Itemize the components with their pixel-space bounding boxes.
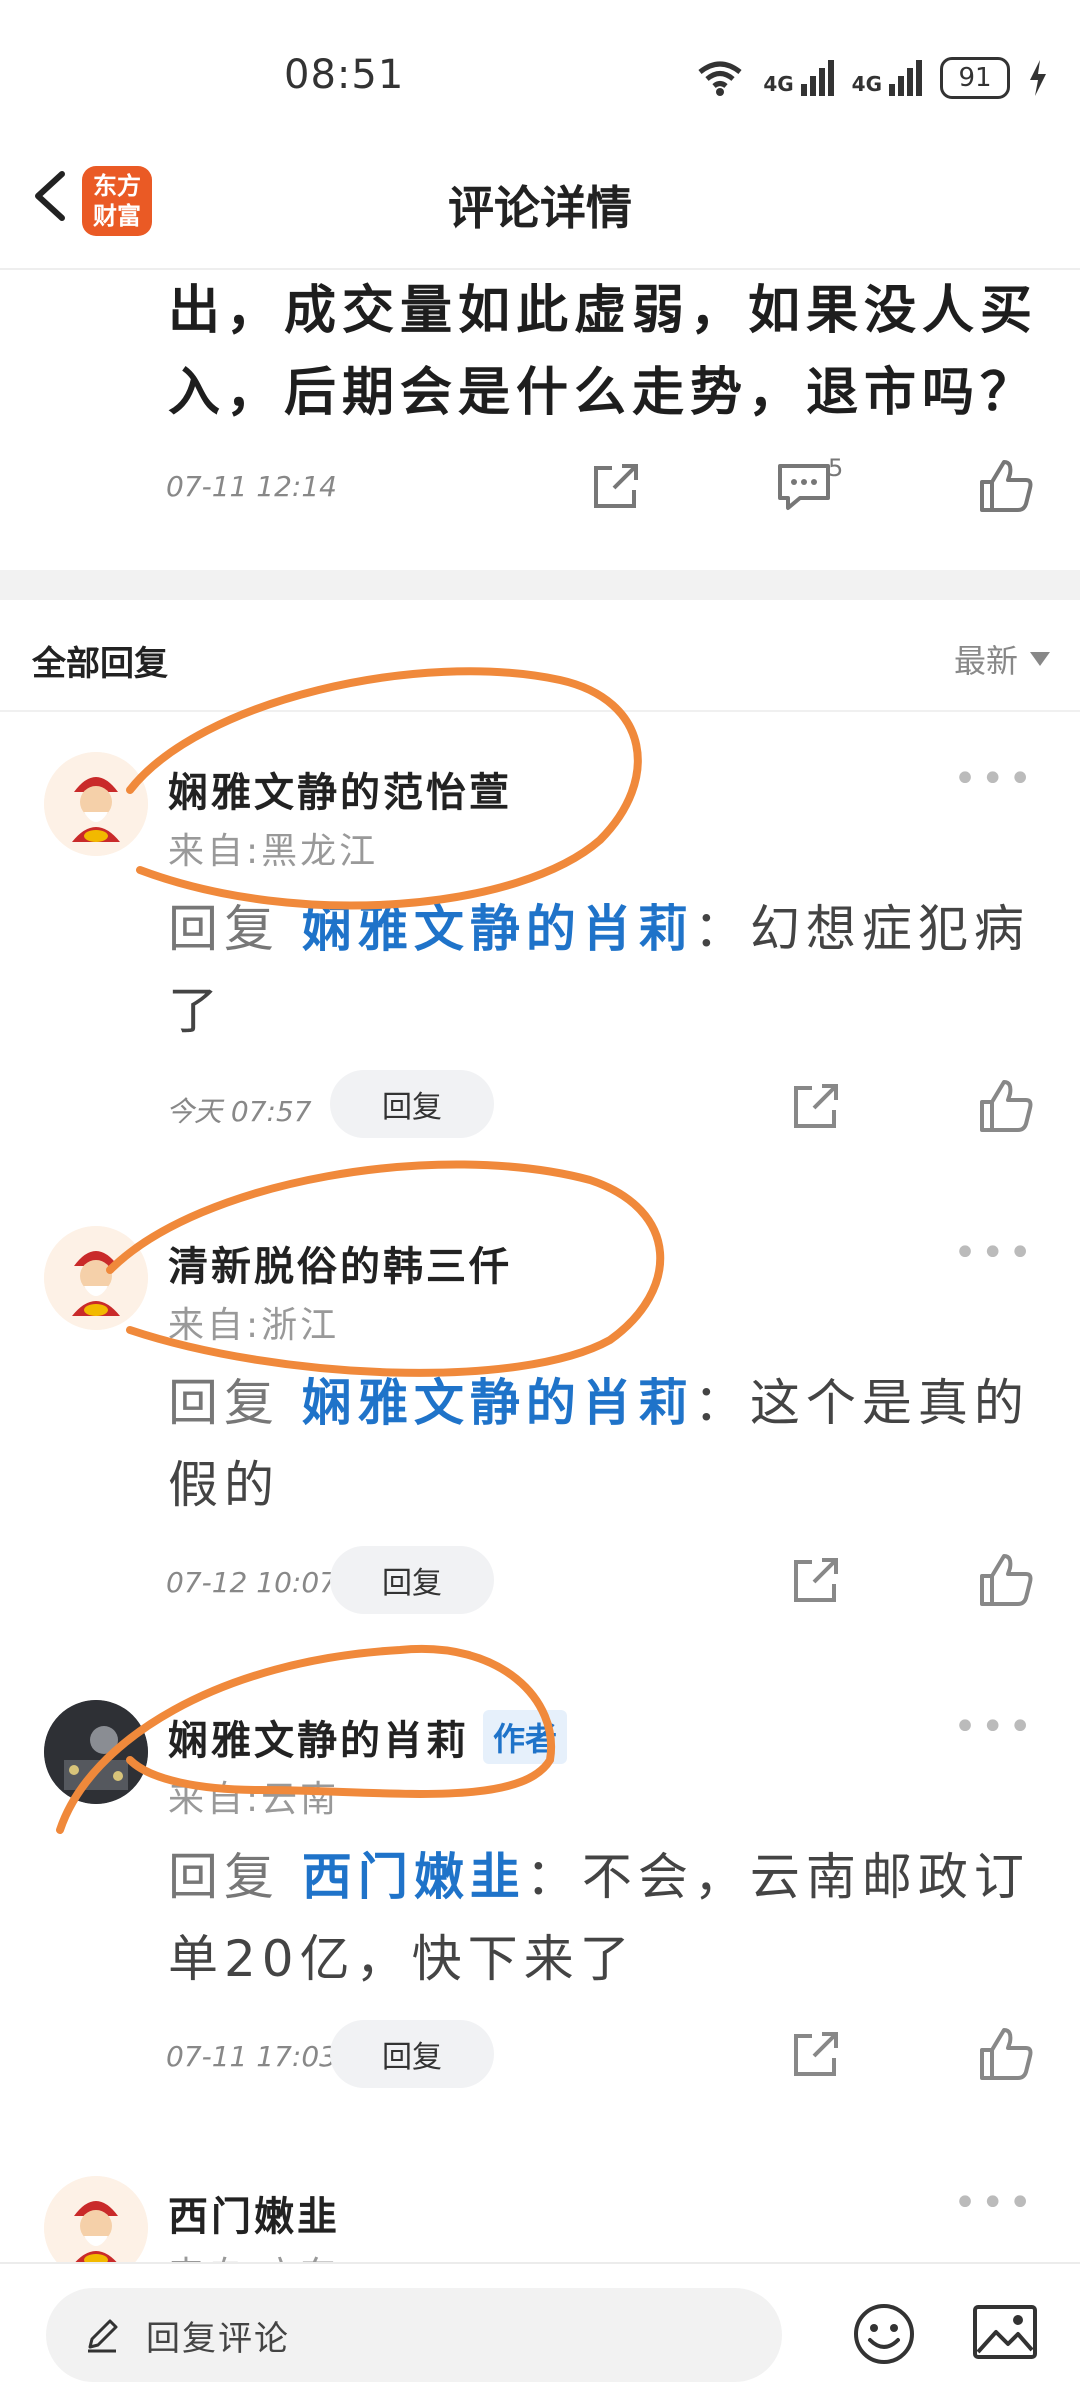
comment-location: 来自:云南 xyxy=(168,1779,340,1820)
signal-label: 4G xyxy=(851,72,882,96)
comment-count: 5 xyxy=(828,454,844,482)
reply-separator: ： xyxy=(525,1848,582,1906)
signal-bar-icon xyxy=(827,60,834,96)
reply-button[interactable]: 回复 xyxy=(330,2020,494,2088)
charging-icon xyxy=(1030,60,1046,96)
comment-username[interactable]: 娴雅文静的肖莉 xyxy=(168,1708,469,1766)
emoji-icon[interactable] xyxy=(852,2302,916,2366)
section-separator xyxy=(0,570,1080,600)
god-of-wealth-avatar-icon xyxy=(44,752,148,856)
pencil-icon xyxy=(88,2319,118,2353)
sort-label: 最新 xyxy=(953,642,1018,680)
sort-dropdown[interactable]: 最新 xyxy=(954,636,1050,682)
image-icon[interactable] xyxy=(972,2302,1038,2362)
comment-time: 07-11 17:03 xyxy=(166,2040,337,2073)
status-time: 08:51 xyxy=(284,52,405,98)
signal-bar-icon xyxy=(809,76,816,96)
comment-username[interactable]: 娴雅文静的范怡萱 xyxy=(168,760,512,818)
avatar[interactable] xyxy=(44,1700,148,1804)
signal-bar-icon xyxy=(898,76,904,96)
reply-target-link[interactable]: 娴雅文静的肖莉 xyxy=(302,900,694,958)
share-icon[interactable] xyxy=(784,2022,848,2086)
like-icon[interactable] xyxy=(974,454,1038,518)
share-icon[interactable] xyxy=(784,1074,848,1138)
signal-label: 4G xyxy=(763,72,794,96)
battery-level: 91 xyxy=(958,63,992,93)
comment-time: 07-12 10:07 xyxy=(166,1566,337,1599)
like-icon[interactable] xyxy=(974,1074,1038,1138)
comment-location: 来自:黑龙江 xyxy=(168,831,379,872)
reply-comment-input[interactable]: 回复评论 xyxy=(46,2288,782,2382)
comment-header: 娴雅文静的肖莉 作者 xyxy=(168,1708,568,1766)
signal-bar-icon xyxy=(907,68,913,96)
reply-target-link[interactable]: 西门嫩韭 xyxy=(302,1848,526,1906)
signal-bar-icon xyxy=(889,84,895,96)
section-divider xyxy=(0,710,1080,712)
comment-body: 回复 西门嫩韭：不会，云南邮政订单20亿，快下来了 xyxy=(168,1836,1048,2000)
more-options-icon[interactable]: ••• xyxy=(953,2180,1036,2226)
comment-text: 不会，云南邮政订单20亿，快下来了 xyxy=(168,1848,1030,1988)
god-of-wealth-avatar-icon xyxy=(44,1226,148,1330)
reply-separator: ： xyxy=(693,1374,750,1432)
page-title: 评论详情 xyxy=(448,181,632,235)
like-icon[interactable] xyxy=(974,1548,1038,1612)
more-options-icon[interactable]: ••• xyxy=(953,1230,1036,1276)
reply-button[interactable]: 回复 xyxy=(330,1070,494,1138)
reply-target-link[interactable]: 娴雅文静的肖莉 xyxy=(302,1374,694,1432)
reply-prefix: 回复 xyxy=(168,1848,280,1906)
status-icons: 4G 4G 91 xyxy=(695,54,1048,102)
all-replies-title: 全部回复 xyxy=(32,644,168,684)
reply-button[interactable]: 回复 xyxy=(330,1546,494,1614)
caret-down-icon xyxy=(1030,652,1050,666)
reply-prefix: 回复 xyxy=(168,1374,280,1432)
comment-time: 今天 07:57 xyxy=(166,1095,312,1128)
avatar[interactable] xyxy=(44,1226,148,1330)
battery-icon: 91 xyxy=(940,57,1010,99)
share-icon[interactable] xyxy=(584,454,648,518)
comment-body: 回复 娴雅文静的肖莉：幻想症犯病了 xyxy=(168,888,1048,1052)
signal-4g-icon: 4G xyxy=(852,60,922,96)
more-options-icon[interactable]: ••• xyxy=(953,1704,1036,1750)
share-icon[interactable] xyxy=(784,1548,848,1612)
comment-location: 来自:浙江 xyxy=(168,1305,340,1346)
signal-bar-icon xyxy=(818,68,825,96)
comment-username[interactable]: 清新脱俗的韩三仟 xyxy=(168,1234,512,1292)
reply-prefix: 回复 xyxy=(168,900,280,958)
comment-icon[interactable] xyxy=(772,454,836,518)
more-options-icon[interactable]: ••• xyxy=(953,756,1036,802)
comment-body: 回复 娴雅文静的肖莉：这个是真的假的 xyxy=(168,1362,1048,1526)
comment-username[interactable]: 西门嫩韭 xyxy=(168,2184,340,2242)
reply-input-placeholder: 回复评论 xyxy=(146,2318,290,2359)
post-time: 07-11 12:14 xyxy=(166,470,337,503)
signal-4g-icon: 4G xyxy=(763,60,834,96)
photo-avatar-icon xyxy=(44,1700,148,1804)
wifi-icon xyxy=(698,61,742,96)
post-text: 出，成交量如此虚弱，如果没人买入，后期会是什么走势，退市吗？ xyxy=(168,281,1039,423)
signal-bar-icon xyxy=(916,60,922,96)
like-icon[interactable] xyxy=(974,2022,1038,2086)
reply-separator: ： xyxy=(693,900,750,958)
author-badge: 作者 xyxy=(483,1710,568,1764)
avatar[interactable] xyxy=(44,752,148,856)
signal-bar-icon xyxy=(800,84,807,96)
